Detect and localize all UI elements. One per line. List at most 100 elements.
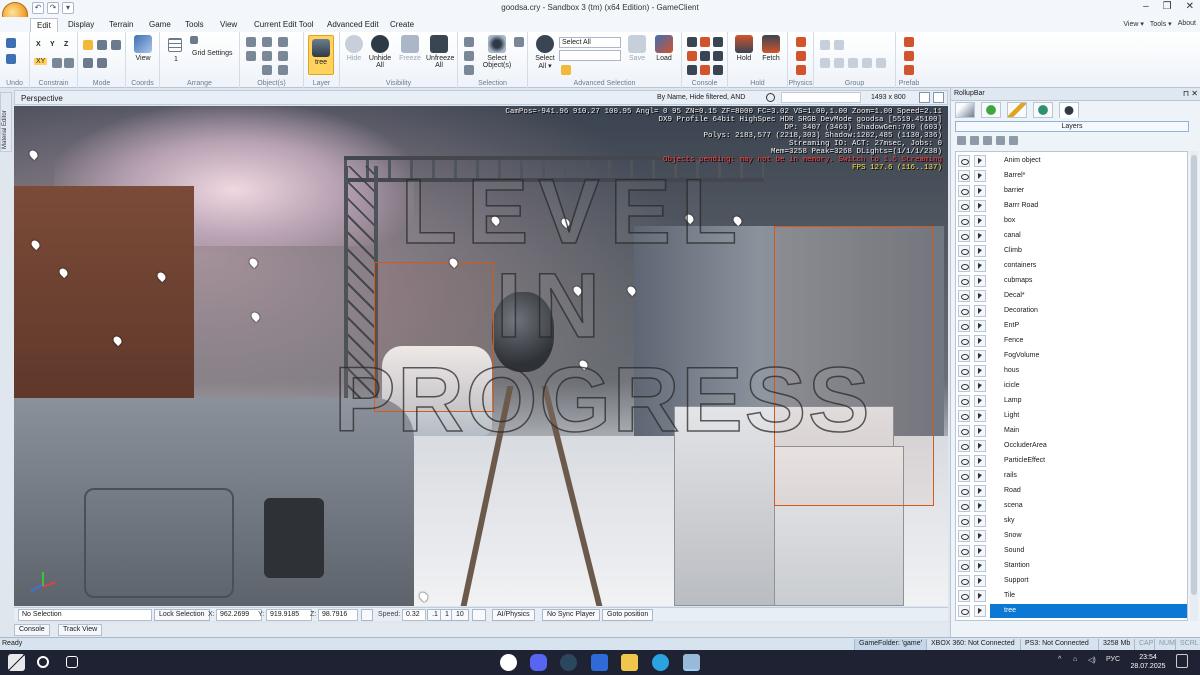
language-indicator[interactable]: РУС (1106, 656, 1120, 663)
hold-button[interactable]: Hold (731, 35, 757, 62)
discord-icon[interactable] (530, 654, 547, 671)
move-icon[interactable] (83, 40, 93, 50)
layer-name[interactable]: Decal* (1004, 292, 1025, 299)
view-coords-button[interactable]: View (130, 35, 156, 62)
layer-row[interactable]: canal (956, 229, 1187, 244)
layer-name[interactable]: barrier (1004, 187, 1024, 194)
layer-visibility-eye-icon[interactable] (958, 215, 970, 227)
layer-selectable-cursor-icon[interactable] (974, 410, 986, 422)
undo-icon[interactable] (6, 38, 16, 48)
layer-selectable-cursor-icon[interactable] (974, 185, 986, 197)
viewport-search-input[interactable] (781, 92, 861, 103)
layer-row[interactable]: Main (956, 424, 1187, 439)
layer-visibility-eye-icon[interactable] (958, 335, 970, 347)
layer-selectable-cursor-icon[interactable] (974, 215, 986, 227)
layer-name[interactable]: Fence (1004, 337, 1023, 344)
layer-name[interactable]: canal (1004, 232, 1021, 239)
object-tool-8-icon[interactable] (278, 65, 288, 75)
search-icon[interactable] (766, 93, 775, 102)
view-menu[interactable]: View ▾ (1123, 20, 1144, 28)
fetch-button[interactable]: Fetch (758, 35, 784, 62)
material-editor-side-tab[interactable]: Material Editor (0, 92, 12, 152)
x-coordinate-field[interactable]: 962.2699 (216, 609, 262, 621)
layers-tab-icon[interactable] (1059, 102, 1079, 118)
object-tool-5-icon[interactable] (262, 51, 272, 61)
console-tool-5-icon[interactable] (700, 51, 710, 61)
layer-visibility-eye-icon[interactable] (958, 155, 970, 167)
modify-tab-icon[interactable] (1007, 102, 1027, 118)
viewport-options-icon[interactable] (919, 92, 930, 103)
entity-marker[interactable] (247, 256, 260, 269)
goto-position-button[interactable]: Goto position (602, 609, 654, 621)
layer-visibility-eye-icon[interactable] (958, 410, 970, 422)
object-tool-6-icon[interactable] (278, 51, 288, 61)
layer-row[interactable]: FogVolume (956, 349, 1187, 364)
group-tool-7-icon[interactable] (876, 58, 886, 68)
viewport-3d[interactable]: LEVEL IN PROGRESS CamPos=-941.96 910.27 … (14, 106, 948, 606)
layer-visibility-eye-icon[interactable] (958, 305, 970, 317)
layer-name[interactable]: Road (1004, 487, 1021, 494)
layer-selectable-cursor-icon[interactable] (974, 170, 986, 182)
layer-row[interactable]: Support (956, 574, 1187, 589)
console-tool-9-icon[interactable] (713, 65, 723, 75)
physics-tool-1-icon[interactable] (796, 37, 806, 47)
layer-row[interactable]: Snow (956, 529, 1187, 544)
prefab-tool-1-icon[interactable] (904, 37, 914, 47)
layer-name[interactable]: containers (1004, 262, 1036, 269)
select-all-button[interactable]: Select All ▾ (532, 35, 558, 70)
group-tool-3-icon[interactable] (820, 58, 830, 68)
group-tool-4-icon[interactable] (834, 58, 844, 68)
layer-row[interactable]: Tile (956, 589, 1187, 604)
layer-visibility-eye-icon[interactable] (958, 200, 970, 212)
layer-selectable-cursor-icon[interactable] (974, 245, 986, 257)
layer-selectable-cursor-icon[interactable] (974, 455, 986, 467)
console-tool-7-icon[interactable] (687, 65, 697, 75)
layer-name[interactable]: Climb (1004, 247, 1022, 254)
constrain-z-button[interactable]: Z (64, 41, 68, 48)
constrain-xy-button[interactable]: XY (34, 58, 48, 65)
layer-row[interactable]: Barrr Road (956, 199, 1187, 214)
group-tool-1-icon[interactable] (820, 40, 830, 50)
lock-selection-button[interactable]: Lock Selection (154, 609, 210, 621)
tab-tools[interactable]: Tools (179, 18, 210, 32)
layer-visibility-eye-icon[interactable] (958, 170, 970, 182)
tab-current-edit-tool[interactable]: Current Edit Tool (248, 18, 319, 32)
layer-visibility-eye-icon[interactable] (958, 440, 970, 452)
layer-row[interactable]: tree (956, 604, 1187, 619)
windows-start-icon[interactable] (8, 654, 25, 671)
coord-lock-icon[interactable] (361, 609, 373, 621)
layer-name[interactable]: Snow (1004, 532, 1022, 539)
layer-visibility-eye-icon[interactable] (958, 275, 970, 287)
speed-preset-10[interactable]: 10 (451, 609, 469, 621)
redo-icon[interactable] (6, 54, 16, 64)
layer-selectable-cursor-icon[interactable] (974, 155, 986, 167)
layer-visibility-eye-icon[interactable] (958, 470, 970, 482)
layer-selectable-cursor-icon[interactable] (974, 425, 986, 437)
console-tool-3-icon[interactable] (713, 37, 723, 47)
layer-visibility-eye-icon[interactable] (958, 245, 970, 257)
layer-row[interactable]: Climb (956, 244, 1187, 259)
layer-row[interactable]: Light (956, 409, 1187, 424)
layer-visibility-eye-icon[interactable] (958, 590, 970, 602)
layer-visibility-eye-icon[interactable] (958, 575, 970, 587)
layer-row[interactable]: box (956, 214, 1187, 229)
layer-selectable-cursor-icon[interactable] (974, 230, 986, 242)
layer-visibility-eye-icon[interactable] (958, 350, 970, 362)
constrain-y-button[interactable]: Y (50, 41, 55, 48)
layer-selectable-cursor-icon[interactable] (974, 470, 986, 482)
entity-marker[interactable] (27, 148, 40, 161)
layer-name[interactable]: scena (1004, 502, 1023, 509)
tab-edit[interactable]: Edit (30, 18, 58, 32)
layer-name[interactable]: Barrr Road (1004, 202, 1038, 209)
y-coordinate-field[interactable]: 919.9185 (266, 609, 312, 621)
layer-name[interactable]: Light (1004, 412, 1019, 419)
z-coordinate-field[interactable]: 98.7916 (318, 609, 358, 621)
close-icon[interactable]: ✕ (1186, 1, 1194, 12)
layer-row[interactable]: Barrel* (956, 169, 1187, 184)
layer-selectable-cursor-icon[interactable] (974, 335, 986, 347)
layer-visibility-eye-icon[interactable] (958, 485, 970, 497)
layer-visibility-eye-icon[interactable] (958, 230, 970, 242)
object-tool-1-icon[interactable] (246, 37, 256, 47)
prefab-tool-3-icon[interactable] (904, 65, 914, 75)
sandbox-taskbar-icon[interactable] (683, 654, 700, 671)
